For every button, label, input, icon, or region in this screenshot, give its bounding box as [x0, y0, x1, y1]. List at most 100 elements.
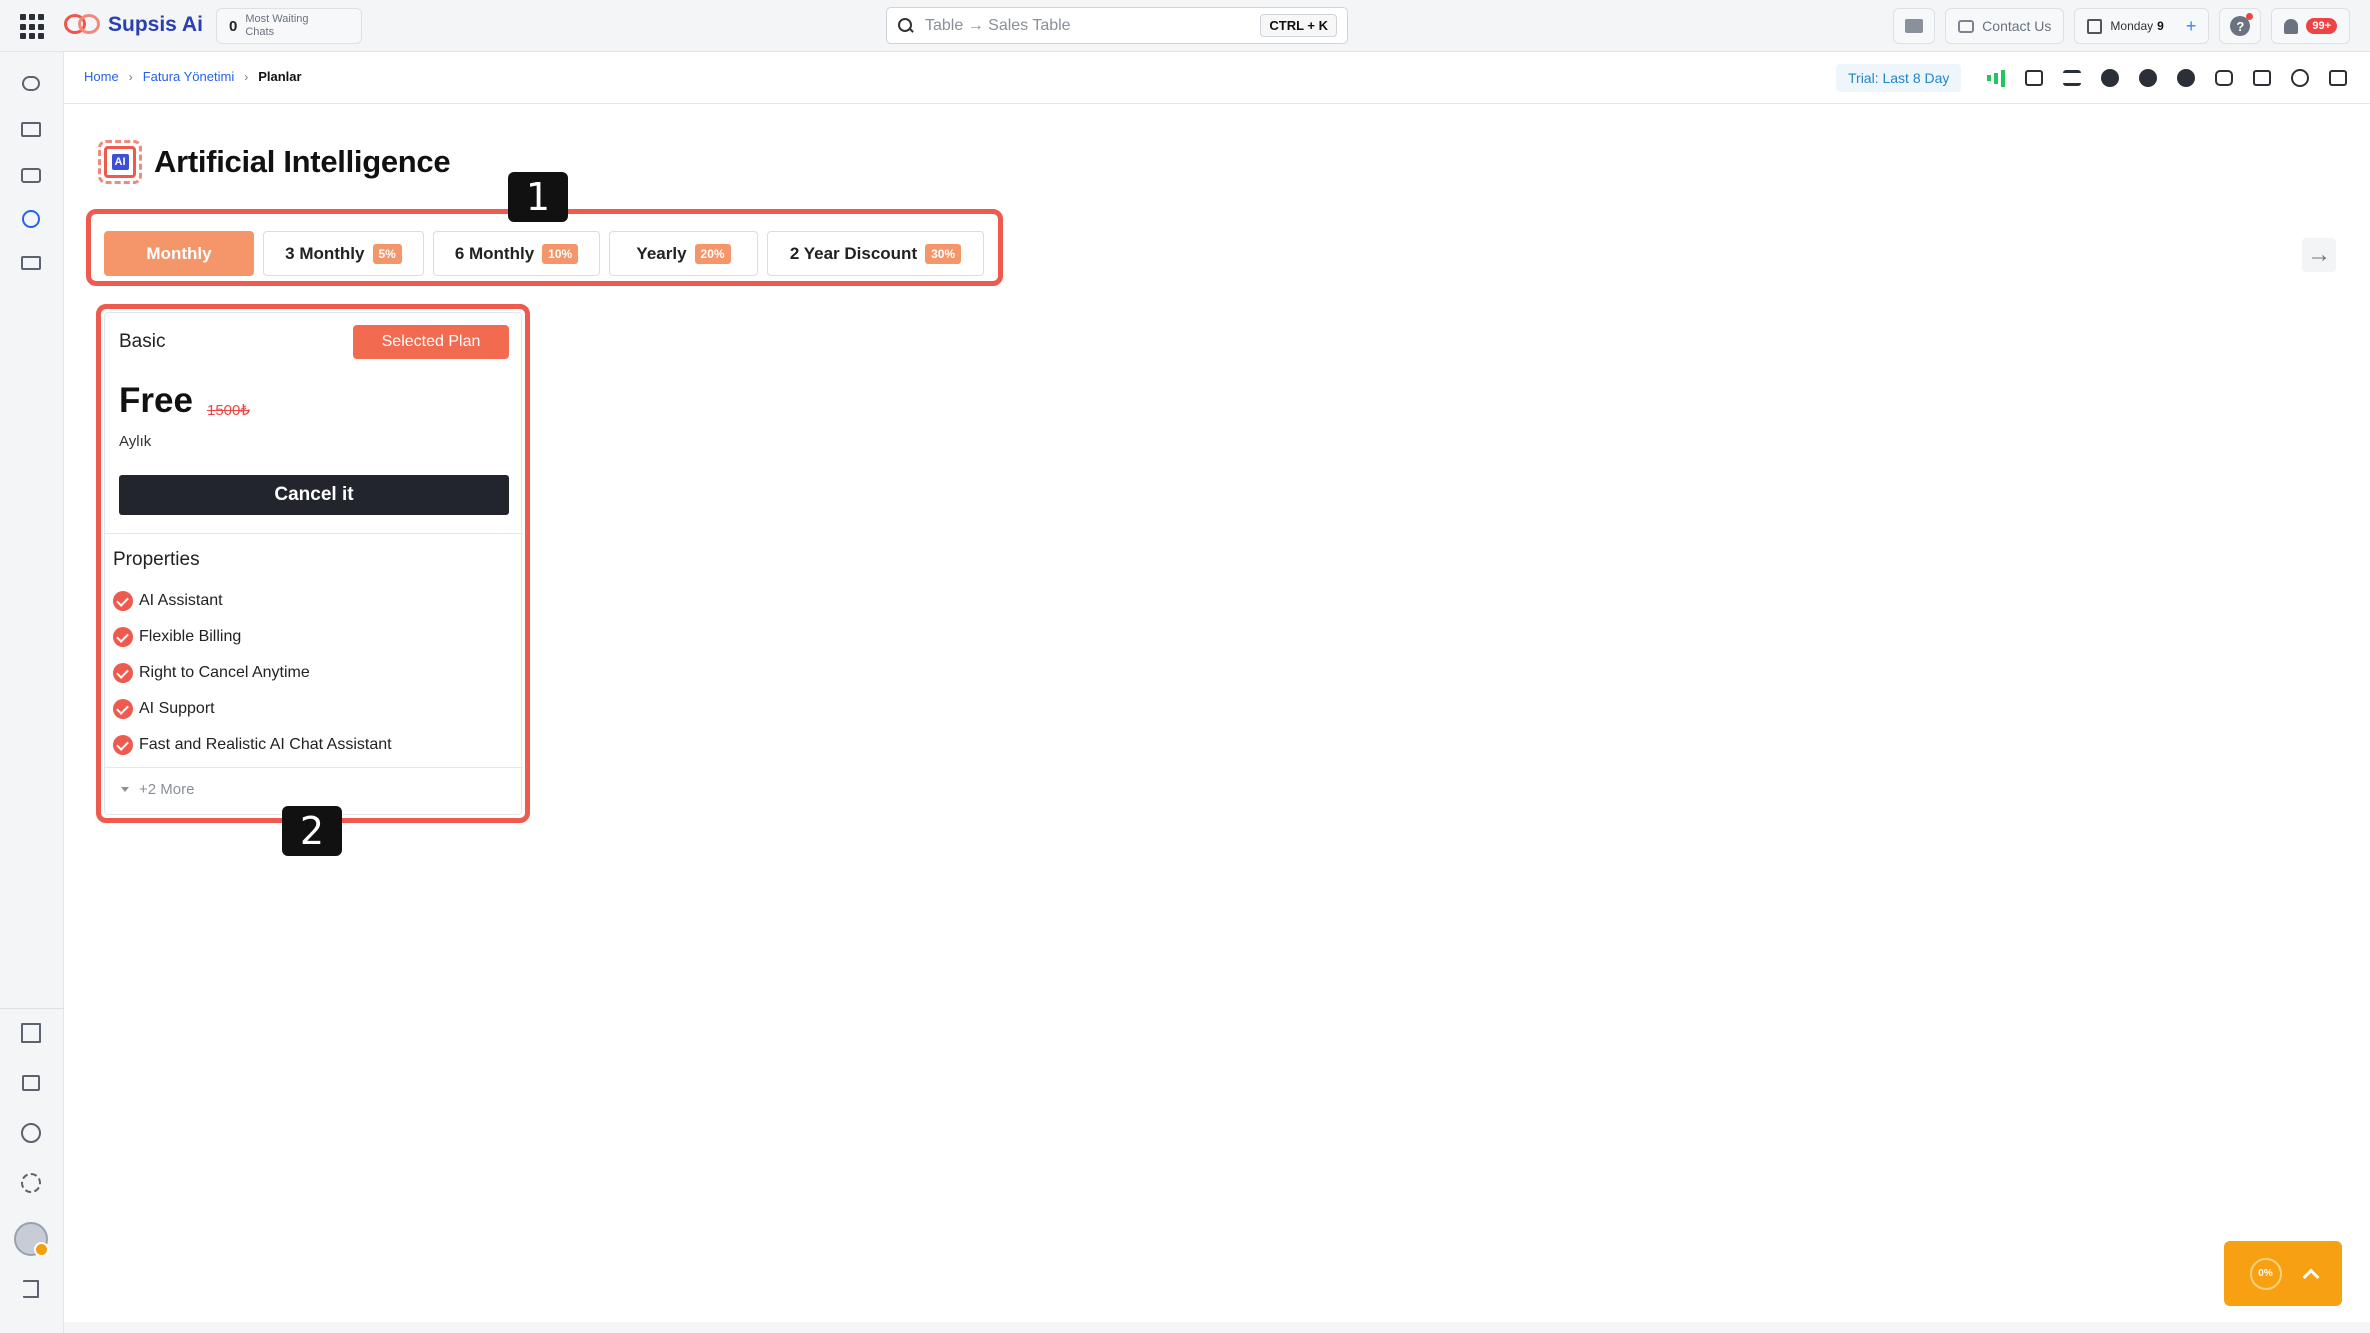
- contact-us-label: Contact Us: [1982, 18, 2052, 34]
- plan-old-price: 1500₺: [207, 402, 250, 419]
- contacts-icon[interactable]: [19, 118, 43, 140]
- calendar-button[interactable]: Monday 9 +: [2074, 8, 2210, 44]
- help-button[interactable]: ?: [2219, 8, 2262, 44]
- check-icon: [113, 699, 133, 719]
- left-sidebar: [0, 52, 64, 1333]
- conversations-icon[interactable]: [19, 72, 43, 94]
- search-input[interactable]: [925, 16, 1261, 35]
- archive-icon[interactable]: [19, 164, 43, 186]
- tab-label: 3 Monthly: [285, 243, 365, 263]
- tab-label: 6 Monthly: [454, 243, 535, 263]
- channel-icons: [1984, 66, 2350, 90]
- logo-icon: [64, 12, 102, 38]
- org-chart-icon[interactable]: [19, 1072, 43, 1094]
- bell-icon: [2284, 18, 2299, 34]
- tab-2-year-discount[interactable]: 2 Year Discount 30%: [767, 231, 984, 276]
- day-label: Monday: [2110, 19, 2154, 33]
- trial-badge[interactable]: Trial: Last 8 Day: [1836, 64, 1962, 92]
- plan-name: Basic: [119, 331, 166, 352]
- settings-gear-icon[interactable]: [19, 1172, 43, 1194]
- tab-6-monthly[interactable]: 6 Monthly 10%: [433, 231, 600, 276]
- check-icon: [113, 627, 133, 647]
- list-item: Flexible Billing: [113, 619, 392, 655]
- tab-label: Yearly: [636, 243, 687, 263]
- support-headset-icon[interactable]: [2288, 66, 2312, 90]
- window-icon[interactable]: [2326, 66, 2350, 90]
- breadcrumb-current: Planlar: [258, 69, 302, 84]
- properties-list: AI Assistant Flexible Billing Right to C…: [113, 583, 392, 763]
- waiting-count: 0: [229, 17, 238, 35]
- show-more-toggle[interactable]: +2 More: [121, 781, 194, 798]
- breadcrumb-home[interactable]: Home: [84, 69, 119, 84]
- logout-icon[interactable]: [19, 1278, 43, 1300]
- tab-3-monthly[interactable]: 3 Monthly 5%: [263, 231, 424, 276]
- tab-label: 2 Year Discount: [789, 243, 918, 263]
- bot-icon[interactable]: [2022, 66, 2046, 90]
- property-label: AI Assistant: [139, 592, 223, 609]
- breadcrumb: Home › Fatura Yönetimi › Planlar: [84, 69, 302, 84]
- breadcrumb-billing[interactable]: Fatura Yönetimi: [143, 69, 235, 84]
- app-logo[interactable]: Supsis Ai: [64, 10, 203, 40]
- table-icon[interactable]: [19, 252, 43, 274]
- user-avatar[interactable]: [14, 1222, 49, 1257]
- messenger-icon[interactable]: [2250, 66, 2274, 90]
- property-label: AI Support: [139, 700, 215, 717]
- billing-period-tabs: Monthly 3 Monthly 5% 6 Monthly 10% Yearl…: [104, 231, 984, 276]
- breadcrumb-separator-icon: ›: [128, 69, 133, 84]
- whatsapp-icon[interactable]: [2174, 66, 2198, 90]
- list-icon[interactable]: [2060, 66, 2084, 90]
- chevron-up-icon: [2302, 1268, 2319, 1285]
- show-more-label: +2 More: [139, 781, 195, 798]
- chevron-down-icon: [121, 787, 129, 792]
- sidebar-divider: [0, 1008, 64, 1009]
- tab-label: Monthly: [146, 243, 212, 263]
- tab-monthly[interactable]: Monthly: [104, 231, 254, 276]
- inbox-icon: [1905, 19, 1924, 33]
- app-name: Supsis Ai: [108, 13, 203, 36]
- contact-us-button[interactable]: Contact Us: [1945, 8, 2065, 44]
- list-item: AI Support: [113, 691, 392, 727]
- history-icon[interactable]: [19, 1122, 43, 1144]
- annotation-marker-1: 1: [508, 172, 568, 222]
- calendar-icon: [2087, 18, 2103, 34]
- scroll-progress: 0%: [2249, 1257, 2282, 1290]
- play-icon[interactable]: [19, 208, 43, 230]
- stats-icon[interactable]: [1984, 66, 2008, 90]
- property-label: Fast and Realistic AI Chat Assistant: [139, 736, 392, 753]
- cancel-plan-button[interactable]: Cancel it: [119, 475, 509, 515]
- annotation-marker-2: 2: [282, 806, 342, 856]
- property-label: Right to Cancel Anytime: [139, 664, 310, 681]
- scroll-top-button[interactable]: 0%: [2224, 1241, 2342, 1306]
- app-root: Supsis Ai 0 Most Waiting Chats CTRL + K …: [0, 0, 2370, 1333]
- card-divider: [105, 767, 523, 768]
- selected-plan-button[interactable]: Selected Plan: [353, 325, 509, 359]
- add-event-icon[interactable]: +: [2186, 16, 2197, 37]
- telegram-icon[interactable]: [2136, 66, 2160, 90]
- global-search[interactable]: CTRL + K: [886, 7, 1348, 44]
- plan-price: Free: [119, 381, 193, 420]
- search-icon: [897, 17, 915, 35]
- check-icon: [113, 591, 133, 611]
- layout-icon[interactable]: [19, 1022, 43, 1044]
- chat-bubble-icon: [1958, 19, 1975, 33]
- properties-title: Properties: [113, 549, 200, 570]
- day-number: 9: [2157, 19, 2164, 33]
- tab-yearly[interactable]: Yearly 20%: [609, 231, 758, 276]
- page-header: AI Artificial Intelligence: [98, 140, 451, 184]
- breadcrumb-separator-icon: ›: [244, 69, 249, 84]
- card-divider: [105, 533, 523, 534]
- apps-grid-icon[interactable]: [20, 14, 46, 40]
- list-item: Right to Cancel Anytime: [113, 655, 392, 691]
- waiting-label: Most Waiting Chats: [245, 13, 309, 38]
- inbox-button[interactable]: [1893, 8, 1936, 44]
- most-waiting-chats[interactable]: 0 Most Waiting Chats: [216, 8, 362, 44]
- search-shortcut: CTRL + K: [1260, 14, 1337, 37]
- property-label: Flexible Billing: [139, 628, 242, 645]
- discount-badge: 10%: [542, 243, 579, 264]
- plan-period: Aylık: [119, 433, 152, 450]
- discount-badge: 5%: [372, 243, 402, 264]
- instagram-icon[interactable]: [2212, 66, 2236, 90]
- users-icon[interactable]: [2098, 66, 2122, 90]
- next-arrow-icon[interactable]: →: [2302, 238, 2336, 272]
- notifications-button[interactable]: 99+: [2271, 8, 2350, 44]
